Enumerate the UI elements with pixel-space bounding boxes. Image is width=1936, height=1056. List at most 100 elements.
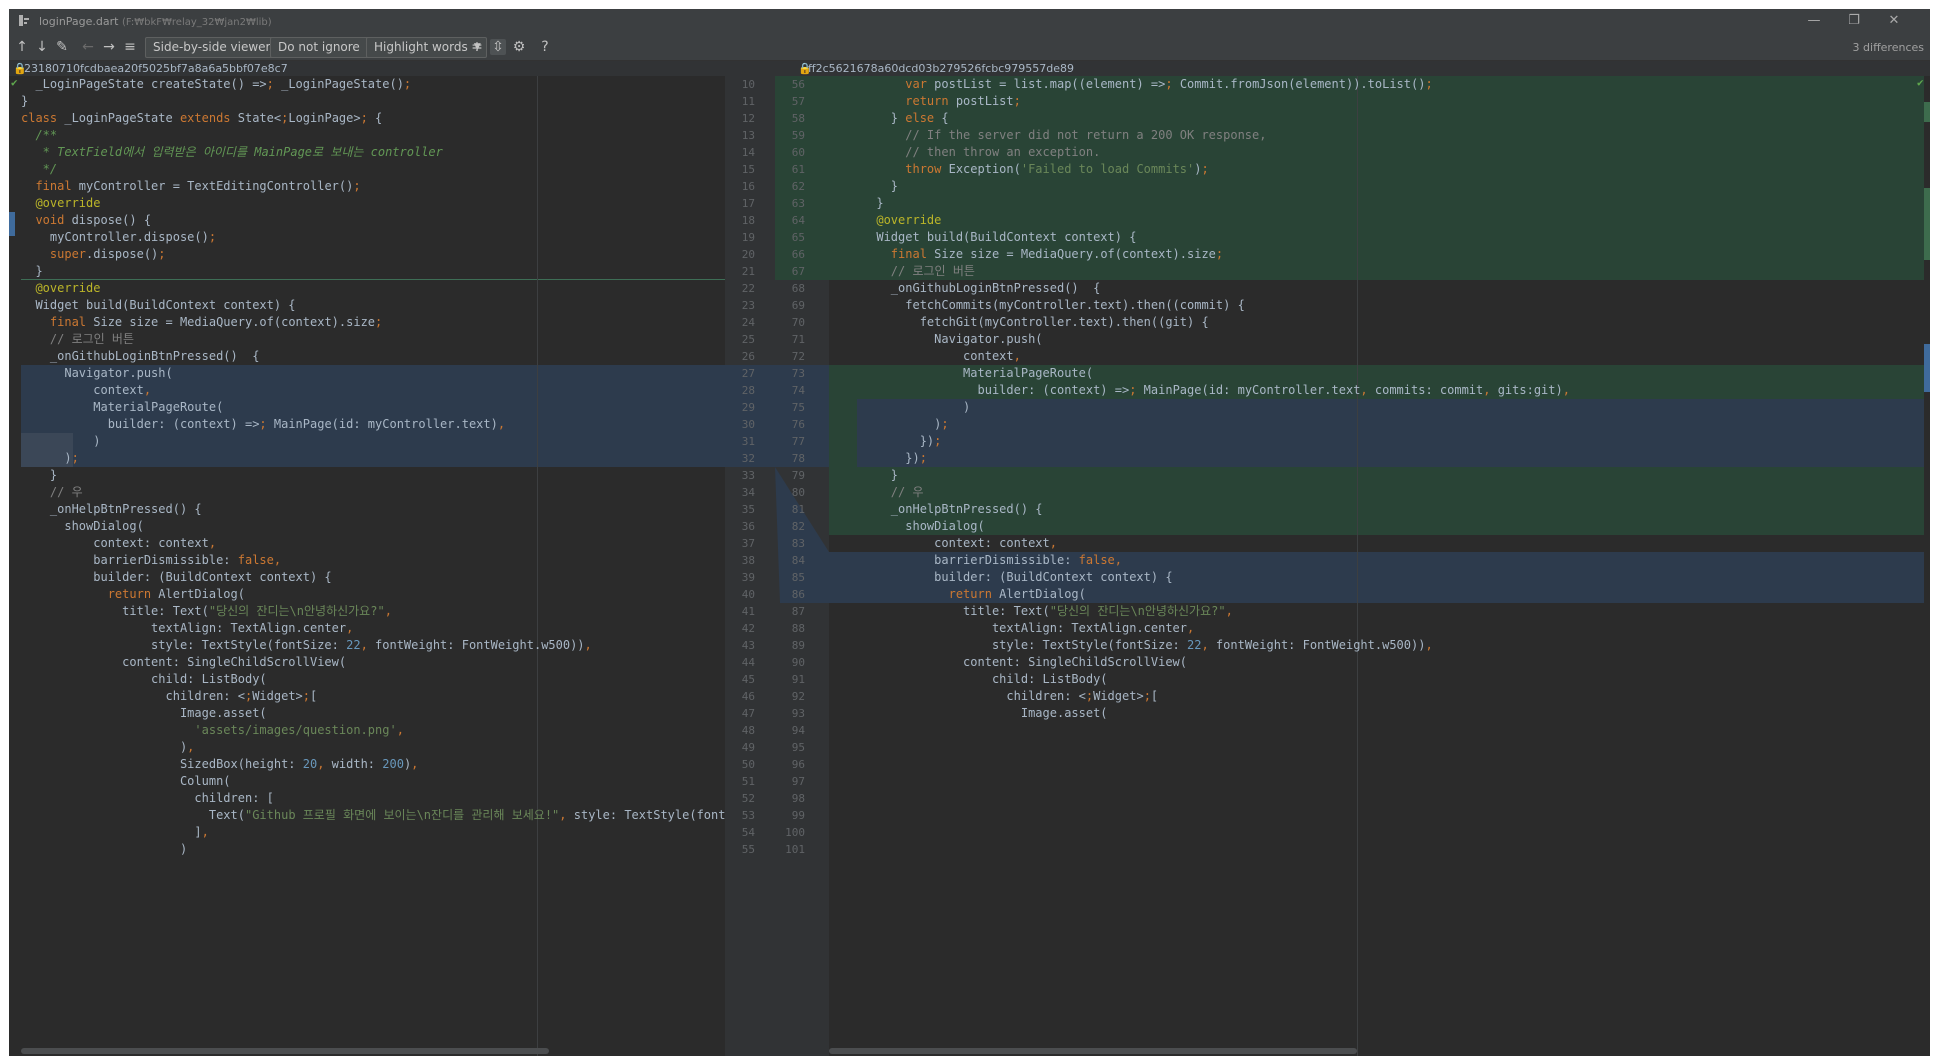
- code-line[interactable]: context,: [833, 348, 1021, 365]
- code-line[interactable]: MaterialPageRoute(: [21, 399, 223, 416]
- code-line[interactable]: Text("Github 프로필 화면에 보이는\n잔디를 관리해 보세요!",…: [21, 807, 725, 824]
- code-line[interactable]: child: ListBody(: [21, 671, 267, 688]
- code-line[interactable]: ): [21, 433, 100, 450]
- viewer-dropdown[interactable]: Side-by-side viewer ▼: [145, 37, 290, 58]
- code-line[interactable]: @override: [833, 212, 941, 229]
- code-line[interactable]: // 우: [21, 484, 83, 501]
- code-line[interactable]: });: [833, 433, 942, 450]
- code-line[interactable]: ): [833, 399, 970, 416]
- code-line[interactable]: context: context,: [21, 535, 216, 552]
- code-line[interactable]: content: SingleChildScrollView(: [21, 654, 346, 671]
- forward-arrow-icon[interactable]: →: [101, 39, 117, 55]
- code-line[interactable]: children: [: [21, 790, 273, 807]
- code-line[interactable]: MaterialPageRoute(: [833, 365, 1093, 382]
- code-line[interactable]: // 우: [833, 484, 924, 501]
- code-line[interactable]: builder: (context) =>; MainPage(id: myCo…: [833, 382, 1569, 399]
- ignore-dropdown[interactable]: Do not ignore ▼: [270, 37, 379, 58]
- list-changes-icon[interactable]: ≡: [122, 39, 138, 55]
- code-line[interactable]: }: [21, 263, 42, 280]
- code-line[interactable]: final myController = TextEditingControll…: [21, 178, 360, 195]
- maximize-button[interactable]: ❐: [1837, 12, 1871, 30]
- code-line[interactable]: style: TextStyle(fontSize: 22, fontWeigh…: [833, 637, 1433, 654]
- right-editor[interactable]: var postList = list.map((element) =>; Co…: [829, 76, 1930, 1056]
- code-line[interactable]: var postList = list.map((element) =>; Co…: [833, 76, 1432, 93]
- code-line[interactable]: SizedBox(height: 20, width: 200),: [21, 756, 418, 773]
- code-line[interactable]: return AlertDialog(: [21, 586, 245, 603]
- code-line[interactable]: @override: [21, 195, 100, 212]
- code-line[interactable]: context,: [21, 382, 151, 399]
- edit-source-icon[interactable]: ✎: [54, 39, 70, 55]
- code-line[interactable]: }: [21, 467, 57, 484]
- code-line[interactable]: }: [21, 93, 28, 110]
- code-line[interactable]: textAlign: TextAlign.center,: [833, 620, 1194, 637]
- code-line[interactable]: textAlign: TextAlign.center,: [21, 620, 353, 637]
- code-line[interactable]: builder: (BuildContext context) {: [21, 569, 331, 586]
- code-line[interactable]: showDialog(: [21, 518, 143, 535]
- code-line[interactable]: title: Text("당신의 잔디는\n안녕하신가요?",: [833, 603, 1233, 620]
- code-line[interactable]: class _LoginPageState extends State<;Log…: [21, 110, 382, 127]
- code-line[interactable]: Column(: [21, 773, 231, 790]
- code-line[interactable]: showDialog(: [833, 518, 984, 535]
- code-line[interactable]: // 로그인 버튼: [833, 263, 975, 280]
- minimize-button[interactable]: —: [1797, 12, 1831, 30]
- code-line[interactable]: Widget build(BuildContext context) {: [21, 297, 295, 314]
- code-line[interactable]: _onGithubLoginBtnPressed() {: [21, 348, 260, 365]
- sync-scroll-icon[interactable]: ⇳: [490, 39, 506, 55]
- code-line[interactable]: final Size size = MediaQuery.of(context)…: [21, 314, 382, 331]
- code-line[interactable]: return AlertDialog(: [833, 586, 1086, 603]
- code-line[interactable]: 'assets/images/question.png',: [21, 722, 404, 739]
- code-line[interactable]: fetchCommits(myController.text).then((co…: [833, 297, 1245, 314]
- code-line[interactable]: _onGithubLoginBtnPressed() {: [833, 280, 1101, 297]
- code-line[interactable]: });: [833, 450, 927, 467]
- code-line[interactable]: builder: (context) =>; MainPage(id: myCo…: [21, 416, 505, 433]
- collapse-unchanged-icon[interactable]: ≑: [469, 39, 485, 55]
- code-line[interactable]: _onHelpBtnPressed() {: [21, 501, 202, 518]
- code-line[interactable]: children: <;Widget>;[: [833, 688, 1158, 705]
- close-button[interactable]: ✕: [1877, 12, 1911, 30]
- code-line[interactable]: fetchGit(myController.text).then((git) {: [833, 314, 1209, 331]
- left-editor[interactable]: ✔ _LoginPageState createState() =>; _Log…: [9, 76, 725, 1056]
- code-line[interactable]: title: Text("당신의 잔디는\n안녕하신가요?",: [21, 603, 392, 620]
- code-line[interactable]: Navigator.push(: [21, 365, 172, 382]
- code-line[interactable]: } else {: [833, 110, 949, 127]
- code-line[interactable]: // If the server did not return a 200 OK…: [833, 127, 1266, 144]
- code-line[interactable]: Image.asset(: [833, 705, 1108, 722]
- code-line[interactable]: */: [21, 161, 57, 178]
- code-line[interactable]: child: ListBody(: [833, 671, 1108, 688]
- code-line[interactable]: ],: [21, 824, 208, 841]
- code-line[interactable]: Widget build(BuildContext context) {: [833, 229, 1136, 246]
- code-line[interactable]: ): [21, 841, 187, 858]
- code-line[interactable]: );: [833, 416, 948, 433]
- code-line[interactable]: style: TextStyle(fontSize: 22, fontWeigh…: [21, 637, 592, 654]
- code-line[interactable]: _onHelpBtnPressed() {: [833, 501, 1043, 518]
- code-line[interactable]: }: [833, 195, 883, 212]
- code-line[interactable]: super.dispose();: [21, 246, 166, 263]
- code-line[interactable]: /**: [21, 127, 57, 144]
- code-line[interactable]: // 로그인 버튼: [21, 331, 134, 348]
- code-line[interactable]: myController.dispose();: [21, 229, 216, 246]
- code-line[interactable]: * TextField에서 입력받은 아이디를 MainPage로 보내는 co…: [21, 144, 443, 161]
- settings-gear-icon[interactable]: ⚙: [511, 39, 527, 55]
- back-arrow-icon[interactable]: ←: [80, 39, 96, 55]
- code-line[interactable]: @override: [21, 280, 100, 297]
- next-difference-icon[interactable]: ↓: [34, 39, 50, 55]
- code-line[interactable]: _LoginPageState createState() =>; _Login…: [21, 76, 411, 93]
- code-line[interactable]: barrierDismissible: false,: [833, 552, 1122, 569]
- code-line[interactable]: ),: [21, 739, 194, 756]
- code-line[interactable]: children: <;Widget>;[: [21, 688, 317, 705]
- code-line[interactable]: throw Exception('Failed to load Commits'…: [833, 161, 1208, 178]
- code-line[interactable]: }: [833, 178, 898, 195]
- code-line[interactable]: Image.asset(: [21, 705, 267, 722]
- code-line[interactable]: }: [833, 467, 898, 484]
- code-line[interactable]: barrierDismissible: false,: [21, 552, 281, 569]
- help-icon[interactable]: ?: [537, 39, 553, 55]
- horizontal-scrollbar[interactable]: [829, 1048, 1357, 1054]
- code-line[interactable]: final Size size = MediaQuery.of(context)…: [833, 246, 1223, 263]
- code-line[interactable]: builder: (BuildContext context) {: [833, 569, 1172, 586]
- code-line[interactable]: );: [21, 450, 78, 467]
- horizontal-scrollbar[interactable]: [21, 1048, 549, 1054]
- code-line[interactable]: // then throw an exception.: [833, 144, 1100, 161]
- code-line[interactable]: context: context,: [833, 535, 1057, 552]
- code-line[interactable]: return postList;: [833, 93, 1021, 110]
- previous-difference-icon[interactable]: ↑: [14, 39, 30, 55]
